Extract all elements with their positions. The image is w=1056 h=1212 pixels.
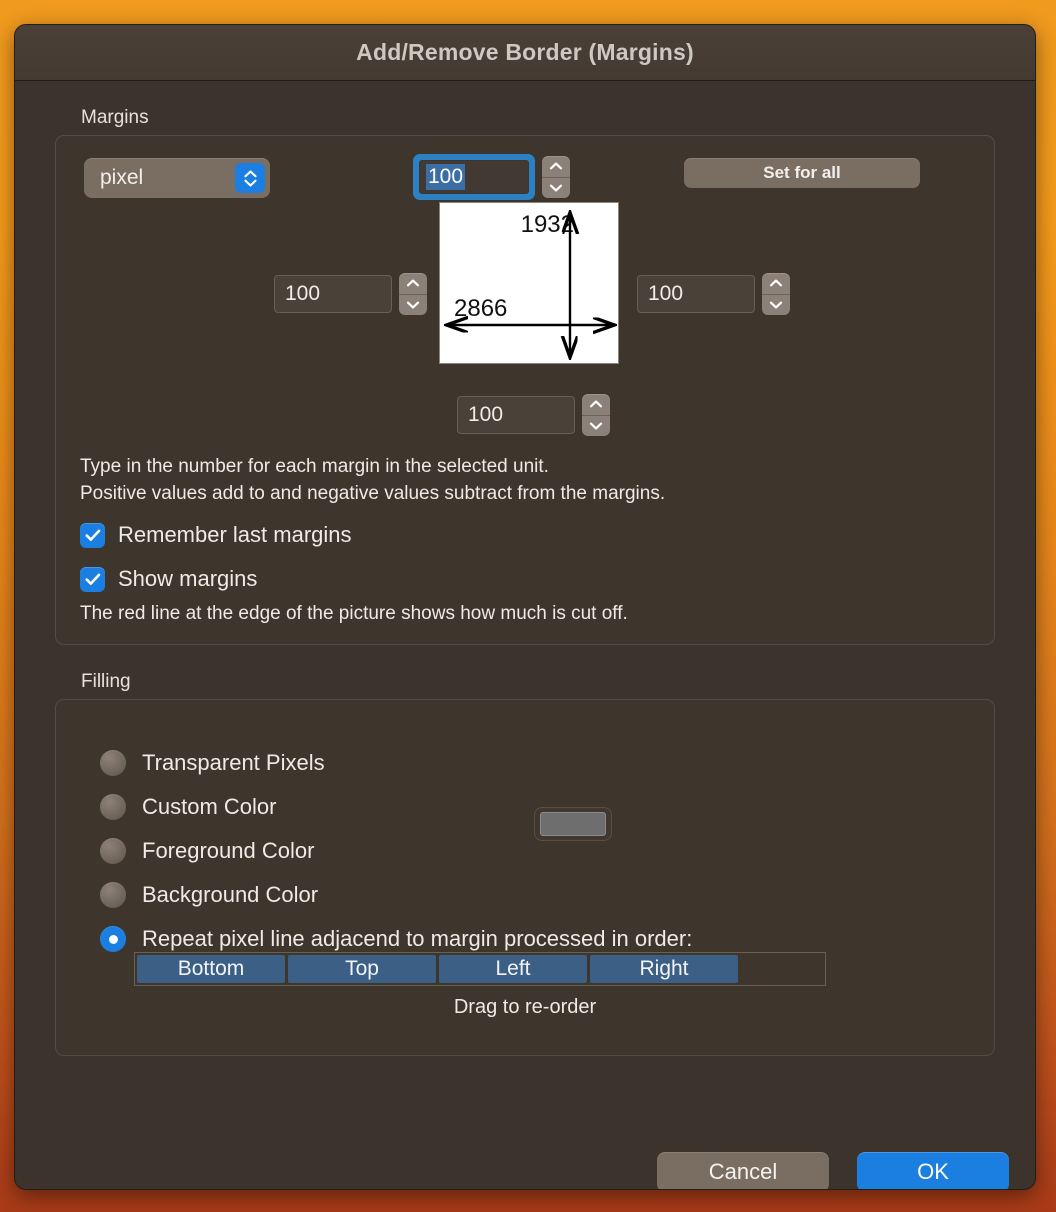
unit-select[interactable]: pixel [84,158,270,198]
checkmark-icon [80,522,105,548]
titlebar: Add/Remove Border (Margins) [15,25,1035,81]
stepper-down-icon[interactable] [399,295,427,316]
checkbox-show-margins[interactable]: Show margins [80,566,257,592]
right-margin-field-group: 100 [637,273,790,315]
stepper-up-icon[interactable] [582,394,610,416]
left-margin-value: 100 [285,282,321,305]
radio-icon [100,794,126,820]
radio-selected-icon [100,926,126,952]
radio-label: Foreground Color [142,838,315,863]
bottom-margin-input[interactable]: 100 [457,396,575,434]
margins-groupbox: pixel Set for all 100 1932 2866 100 100 … [55,135,995,645]
radio-background-color[interactable]: Background Color [100,882,318,908]
radio-icon [100,750,126,776]
right-margin-value: 100 [648,282,684,305]
margins-help-line-2: Positive values add to and negative valu… [80,483,666,504]
radio-icon [100,882,126,908]
left-margin-stepper[interactable] [399,273,427,315]
stepper-up-icon[interactable] [762,273,790,295]
checkbox-remember-last-margins[interactable]: Remember last margins [80,522,352,548]
checkmark-icon [80,566,105,592]
bottom-margin-stepper[interactable] [582,394,610,436]
preview-axes-icon [440,203,620,365]
checkbox-label: Show margins [118,566,258,591]
radio-foreground-color[interactable]: Foreground Color [100,838,314,864]
dialog-body: Margins pixel Set for all 100 1932 2866 … [15,107,1035,1189]
checkbox-label: Remember last margins [118,522,352,547]
ok-button[interactable]: OK [857,1152,1009,1189]
margins-preview: 1932 2866 [439,202,619,364]
order-chip-left[interactable]: Left [439,955,587,983]
right-margin-input[interactable]: 100 [637,275,755,313]
top-margin-value: 100 [426,164,466,190]
radio-label: Repeat pixel line adjacend to margin pro… [142,926,693,951]
margins-help-line-1: Type in the number for each margin in th… [80,456,549,477]
filling-group-label: Filling [81,671,131,692]
order-chip-bar[interactable]: Bottom Top Left Right [134,952,826,986]
chevron-up-down-icon [235,163,265,193]
dialog-window: Add/Remove Border (Margins) Margins pixe… [14,24,1036,1190]
stepper-down-icon[interactable] [762,295,790,316]
bottom-margin-field-group: 100 [457,394,610,436]
radio-label: Custom Color [142,794,277,819]
stepper-down-icon[interactable] [542,178,570,199]
radio-transparent-pixels[interactable]: Transparent Pixels [100,750,325,776]
right-margin-stepper[interactable] [762,273,790,315]
radio-custom-color[interactable]: Custom Color [100,794,276,820]
top-margin-field-group: 100 [413,154,570,200]
stepper-up-icon[interactable] [399,273,427,295]
order-chip-bottom[interactable]: Bottom [137,955,285,983]
chevron-down-icon [243,179,257,187]
bottom-margin-value: 100 [468,403,504,426]
margins-group-label: Margins [81,107,149,128]
custom-color-swatch-button[interactable] [534,807,612,841]
radio-repeat-pixel-line[interactable]: Repeat pixel line adjacend to margin pro… [100,926,692,952]
dialog-footer: Cancel OK [657,1152,1009,1189]
order-chip-right[interactable]: Right [590,955,738,983]
color-swatch-fill [540,812,606,836]
stepper-down-icon[interactable] [582,416,610,437]
top-margin-stepper[interactable] [542,156,570,198]
margins-help-line-3: The red line at the edge of the picture … [80,603,628,624]
cancel-button[interactable]: Cancel [657,1152,829,1189]
left-margin-input[interactable]: 100 [274,275,392,313]
radio-label: Transparent Pixels [142,750,325,775]
set-for-all-button[interactable]: Set for all [684,158,920,188]
stepper-up-icon[interactable] [542,156,570,178]
chevron-up-icon [243,169,257,177]
filling-groupbox: Transparent Pixels Custom Color Foregrou… [55,699,995,1056]
top-margin-focus-ring: 100 [413,154,535,200]
page-title: Add/Remove Border (Margins) [356,39,694,65]
drag-to-reorder-note: Drag to re-order [453,996,597,1018]
left-margin-field-group: 100 [274,273,427,315]
radio-icon [100,838,126,864]
top-margin-input[interactable]: 100 [419,160,529,194]
unit-select-value: pixel [100,166,144,189]
order-chip-top[interactable]: Top [288,955,436,983]
radio-label: Background Color [142,882,319,907]
